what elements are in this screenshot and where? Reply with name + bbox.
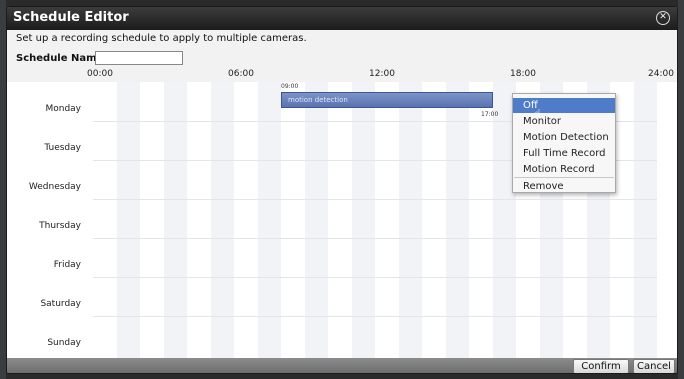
row-divider xyxy=(93,316,657,317)
day-label-saturday: Saturday xyxy=(40,299,81,309)
pointer-cursor-icon: ☝ xyxy=(534,107,541,120)
menu-item-monitor[interactable]: Monitor xyxy=(513,114,615,129)
event-bar-motion-detection[interactable]: motion detection xyxy=(281,92,493,108)
dialog-title: Schedule Editor xyxy=(13,10,129,25)
day-label-wednesday: Wednesday xyxy=(28,182,81,192)
dialog-footer: Confirm Cancel xyxy=(7,358,677,373)
menu-item-motion-record[interactable]: Motion Record xyxy=(513,162,615,177)
row-divider xyxy=(93,199,657,200)
schedule-editor-dialog: Schedule Editor ✕ Set up a recording sch… xyxy=(6,6,678,374)
menu-item-off[interactable]: Off xyxy=(513,98,615,113)
hour-label-06: 06:00 xyxy=(228,69,254,79)
hour-label-24: 24:00 xyxy=(648,69,674,79)
day-label-thursday: Thursday xyxy=(39,221,81,231)
day-label-sunday: Sunday xyxy=(47,338,81,348)
day-label-monday: Monday xyxy=(45,104,81,114)
menu-item-full-time-record[interactable]: Full Time Record xyxy=(513,146,615,161)
day-labels: Monday Tuesday Wednesday Thursday Friday… xyxy=(7,82,93,358)
schedule-name-label: Schedule Name: xyxy=(16,53,108,64)
confirm-button[interactable]: Confirm xyxy=(573,359,629,373)
hour-label-18: 18:00 xyxy=(510,69,536,79)
cancel-button[interactable]: Cancel xyxy=(633,359,675,373)
background-edge-right xyxy=(678,0,684,379)
day-label-tuesday: Tuesday xyxy=(44,143,81,153)
row-divider xyxy=(93,238,657,239)
schedule-name-input[interactable] xyxy=(95,51,183,65)
title-bar: Schedule Editor ✕ xyxy=(7,7,677,30)
event-label: motion detection xyxy=(288,96,348,104)
hour-label-00: 00:00 xyxy=(87,69,113,79)
menu-item-remove[interactable]: Remove xyxy=(513,179,615,194)
day-label-friday: Friday xyxy=(53,260,81,270)
event-start-time: 09:00 xyxy=(281,83,299,90)
menu-separator xyxy=(514,177,614,178)
menu-item-motion-detection[interactable]: Motion Detection xyxy=(513,130,615,145)
recording-mode-menu: Off Monitor Motion Detection Full Time R… xyxy=(512,93,616,193)
dialog-subtitle: Set up a recording schedule to apply to … xyxy=(16,33,307,44)
row-divider xyxy=(93,277,657,278)
close-icon[interactable]: ✕ xyxy=(656,11,670,25)
event-end-time: 17:00 xyxy=(481,111,499,118)
hour-label-12: 12:00 xyxy=(369,69,395,79)
